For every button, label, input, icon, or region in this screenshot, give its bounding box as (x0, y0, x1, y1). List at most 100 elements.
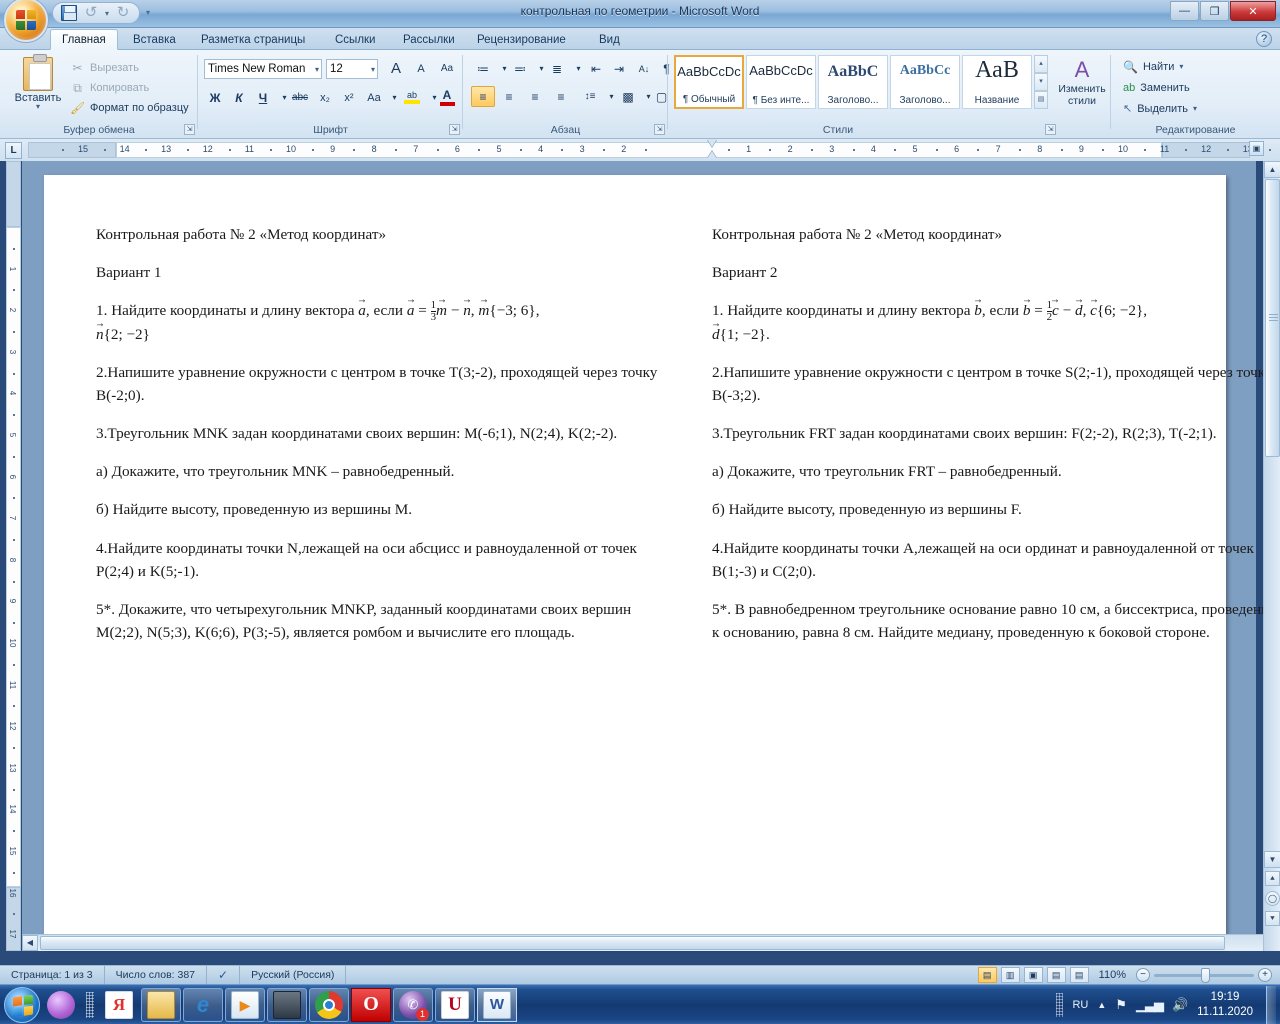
show-hidden-icons-button[interactable]: ▲ (1097, 1000, 1106, 1010)
start-button[interactable] (4, 986, 40, 1023)
bullets-button[interactable]: ≔ (471, 58, 495, 79)
vertical-ruler[interactable]: 1 2 3 4 5 6 7 8 9 10 11 12 13 14 15 16 17 (6, 161, 21, 951)
word-count-indicator[interactable]: Число слов: 387 (105, 965, 208, 985)
tab-stop-selector[interactable]: L (5, 142, 22, 159)
print-layout-view-button[interactable]: ▤ (977, 967, 997, 983)
format-painter-button[interactable]: 🖌 Формат по образцу (70, 99, 189, 117)
zoom-in-button[interactable]: + (1258, 968, 1272, 982)
tab-insert[interactable]: Вставка (122, 29, 187, 50)
tab-references[interactable]: Ссылки (324, 29, 387, 50)
subscript-button[interactable]: x₂ (314, 87, 336, 108)
align-left-button[interactable]: ≡ (471, 86, 495, 107)
shrink-font-button[interactable]: A (410, 58, 432, 79)
align-right-button[interactable]: ≡ (523, 86, 547, 107)
next-page-button[interactable]: ⯆ (1265, 911, 1280, 926)
paste-button[interactable]: Вставить ▾ (14, 54, 62, 117)
signal-icon[interactable]: ▁▃▅ (1136, 997, 1164, 1013)
taskbar-icon-water[interactable] (41, 988, 81, 1022)
style-item-heading-1[interactable]: AaBbC Заголово... (818, 55, 888, 109)
hanging-indent-marker[interactable] (707, 151, 717, 160)
taskbar-icon-internet-explorer[interactable]: e (183, 987, 223, 1022)
replace-button[interactable]: ab Заменить (1123, 78, 1190, 97)
clipboard-dialog-launcher[interactable]: ⇲ (184, 124, 195, 135)
office-button[interactable] (4, 0, 48, 42)
taskbar-icon-device[interactable] (267, 987, 307, 1022)
change-styles-button[interactable]: A Изменить стили (1054, 57, 1110, 107)
restore-button[interactable]: ❐ (1200, 1, 1229, 21)
cut-button[interactable]: ✂ Вырезать (70, 59, 138, 77)
underline-button[interactable]: Ч (252, 87, 274, 108)
zoom-out-button[interactable]: − (1136, 968, 1150, 982)
font-name-caret-icon[interactable]: ▾ (315, 65, 319, 74)
tab-view[interactable]: Вид (588, 29, 631, 50)
styles-more-icon[interactable]: ▤ (1034, 91, 1048, 109)
tray-grip[interactable] (1056, 992, 1064, 1017)
volume-icon[interactable]: 🔊 (1172, 997, 1188, 1013)
document-column-variant-2[interactable]: Контрольная работа № 2 «Метод координат»… (712, 223, 1280, 659)
tab-mailings[interactable]: Рассылки (392, 29, 466, 50)
vertical-scrollbar[interactable]: ▲ ▼ ⯅ ◯ ⯆ (1263, 161, 1280, 951)
first-line-indent-marker[interactable] (707, 139, 717, 148)
vscroll-down-button[interactable]: ▼ (1264, 851, 1280, 868)
horizontal-scrollbar[interactable]: ◀ ▶ (22, 934, 1280, 951)
taskbar-icon-opera[interactable]: O (351, 987, 391, 1022)
taskbar-icon-opera-browser[interactable]: U (435, 987, 475, 1022)
tab-review[interactable]: Рецензирование (466, 29, 577, 50)
style-item-heading-2[interactable]: AaBbCc Заголово... (890, 55, 960, 109)
taskbar-icon-media-player[interactable]: ▶ (225, 987, 265, 1022)
tab-home[interactable]: Главная (50, 29, 118, 50)
strikethrough-button[interactable]: abc (288, 87, 312, 108)
text-highlight-button[interactable]: ab (400, 85, 424, 109)
close-button[interactable]: ✕ (1230, 1, 1276, 21)
view-ruler-toggle[interactable]: ▣ (1249, 141, 1264, 156)
network-icon[interactable]: ⚑ (1115, 997, 1127, 1013)
decrease-indent-button[interactable]: ⇤ (585, 58, 607, 79)
styles-scroll-up-icon[interactable]: ▴ (1034, 55, 1048, 73)
zoom-slider-knob[interactable] (1201, 967, 1210, 983)
draft-view-button[interactable]: ▤ (1069, 967, 1089, 983)
show-desktop-button[interactable] (1266, 985, 1276, 1024)
help-icon[interactable]: ? (1256, 31, 1272, 47)
styles-scroll-down-icon[interactable]: ▾ (1034, 73, 1048, 91)
language-indicator[interactable]: Русский (Россия) (240, 965, 347, 985)
previous-page-button[interactable]: ⯅ (1265, 871, 1280, 886)
style-item-no-spacing[interactable]: AaBbCcDc ¶ Без инте... (746, 55, 816, 109)
document-page[interactable]: Контрольная работа № 2 «Метод координат»… (44, 175, 1280, 947)
taskbar-grip[interactable] (86, 991, 94, 1018)
tab-page-layout[interactable]: Разметка страницы (190, 29, 316, 50)
web-layout-view-button[interactable]: ▣ (1023, 967, 1043, 983)
change-case-button[interactable]: Aa (362, 87, 386, 108)
taskbar-icon-explorer[interactable] (141, 987, 181, 1022)
taskbar-icon-chrome[interactable] (309, 987, 349, 1022)
font-color-button[interactable]: A (436, 85, 458, 109)
bold-button[interactable]: Ж (204, 87, 226, 108)
line-spacing-button[interactable]: ↕≡ (577, 86, 603, 107)
taskbar-icon-yandex[interactable]: Я (99, 988, 139, 1022)
increase-indent-button[interactable]: ⇥ (608, 58, 630, 79)
find-button[interactable]: 🔍 Найти ▾ (1123, 57, 1183, 76)
minimize-button[interactable]: — (1170, 1, 1199, 21)
select-caret-icon[interactable]: ▾ (1193, 104, 1197, 113)
multilevel-list-button[interactable]: ≣ (545, 58, 569, 79)
styles-dialog-launcher[interactable]: ⇲ (1045, 124, 1056, 135)
font-size-caret-icon[interactable]: ▾ (371, 65, 375, 74)
select-button[interactable]: ↖ Выделить ▾ (1123, 99, 1197, 118)
sort-button[interactable]: А↓ (633, 58, 655, 79)
zoom-slider[interactable] (1154, 967, 1254, 983)
proofing-status[interactable]: ✓ (207, 965, 241, 985)
styles-gallery-scroll[interactable]: ▴ ▾ ▤ (1034, 55, 1048, 109)
copy-button[interactable]: ⧉ Копировать (70, 79, 149, 97)
document-column-variant-1[interactable]: Контрольная работа № 2 «Метод координат»… (96, 223, 668, 659)
language-indicator-tray[interactable]: RU (1072, 999, 1088, 1011)
find-caret-icon[interactable]: ▾ (1179, 62, 1183, 71)
full-screen-reading-view-button[interactable]: ▥ (1000, 967, 1020, 983)
paste-caret-icon[interactable]: ▾ (14, 103, 62, 111)
font-dialog-launcher[interactable]: ⇲ (449, 124, 460, 135)
select-browse-object-button[interactable]: ◯ (1265, 891, 1280, 906)
document-workspace[interactable]: Контрольная работа № 2 «Метод координат»… (22, 161, 1280, 951)
italic-button[interactable]: К (228, 87, 250, 108)
page-indicator[interactable]: Страница: 1 из 3 (0, 965, 105, 985)
vscroll-thumb[interactable] (1265, 179, 1280, 457)
superscript-button[interactable]: x² (338, 87, 360, 108)
hscroll-left-button[interactable]: ◀ (22, 935, 38, 951)
